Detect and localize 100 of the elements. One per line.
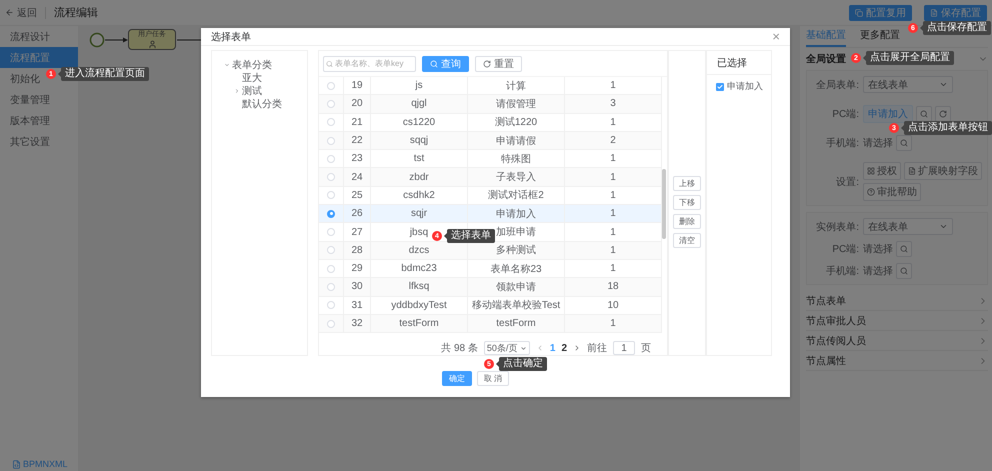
total-count: 共 98 条: [441, 342, 478, 356]
sidebar-item[interactable]: 流程配置: [0, 47, 78, 68]
settings-tab[interactable]: 更多配置: [860, 28, 900, 47]
next-icon[interactable]: [573, 344, 581, 352]
table-cell: tst: [371, 150, 468, 168]
refresh-button[interactable]: [935, 106, 951, 122]
callout-tooltip: 进入流程配置页面: [61, 67, 149, 81]
checkbox[interactable]: [716, 82, 724, 90]
action-button[interactable]: 审批帮助: [863, 183, 921, 201]
search-button[interactable]: [916, 106, 932, 122]
table-cell: 特殊图: [468, 150, 565, 168]
table-cell: 32: [344, 314, 371, 332]
search-icon: [920, 110, 928, 118]
start-event: [89, 32, 105, 48]
table-cell: 23: [344, 150, 371, 168]
form-select[interactable]: 在线表单: [863, 76, 953, 93]
reset-button[interactable]: 重置: [475, 56, 522, 72]
table-cell: cs1220: [371, 114, 468, 131]
caret-icon: [939, 80, 948, 89]
table-cell: 24: [344, 168, 371, 186]
dialog-title: 选择表单: [211, 30, 251, 44]
back-link[interactable]: 返回: [5, 6, 37, 20]
search-button[interactable]: [896, 134, 912, 150]
table-cell: 3: [565, 95, 662, 113]
user-icon: [148, 40, 156, 49]
tree-item[interactable]: 默认分类: [242, 97, 282, 111]
settings-tab[interactable]: 基础配置: [806, 28, 846, 47]
form-select[interactable]: 在线表单: [863, 218, 953, 235]
query-button[interactable]: 查询: [422, 56, 469, 72]
table-cell: 子表导入: [468, 168, 565, 186]
node-section-title[interactable]: 节点表单: [806, 294, 846, 308]
list-action-button[interactable]: 清空: [673, 233, 701, 248]
sidebar-item[interactable]: 其它设置: [0, 131, 78, 152]
table-cell: yddbdxyTest: [371, 296, 468, 314]
table-cell: 申请请假: [468, 132, 565, 150]
table-cell: 移动端表单校验Test: [468, 296, 565, 314]
list-action-button[interactable]: 下移: [673, 195, 701, 210]
search-field[interactable]: 表单名称、表单key: [323, 56, 416, 72]
node-section-title[interactable]: 节点传阅人员: [806, 334, 866, 348]
tree-item[interactable]: 测试: [242, 84, 262, 98]
placeholder-text: 请选择: [863, 136, 893, 150]
tree-item[interactable]: 亚大: [242, 71, 262, 85]
node-section-title[interactable]: 节点审批人员: [806, 314, 866, 328]
caret-icon: [520, 344, 527, 352]
search-button[interactable]: [896, 240, 912, 256]
sidebar-item[interactable]: 变量管理: [0, 89, 78, 110]
search-icon: [900, 244, 908, 252]
table-cell: 27: [344, 223, 371, 241]
bpmn-xml-link[interactable]: BPMNXML: [23, 459, 68, 469]
table-cell: qjgl: [371, 95, 468, 113]
check-icon: [717, 84, 723, 90]
field-label: 设置:: [835, 176, 859, 188]
section-title[interactable]: 全局设置: [806, 52, 846, 66]
caret-icon[interactable]: [234, 88, 240, 94]
refresh-icon: [939, 110, 947, 118]
tree-item[interactable]: 表单分类: [232, 58, 272, 72]
table-cell: js: [371, 77, 468, 94]
page-size-select[interactable]: 50条/页: [484, 341, 530, 356]
list-action-button[interactable]: 删除: [673, 214, 701, 229]
sidebar-item[interactable]: 版本管理: [0, 110, 78, 131]
callout-tooltip: 选择表单: [447, 229, 495, 243]
field-label: 手机端:: [825, 136, 859, 150]
action-button[interactable]: 授权: [863, 162, 901, 180]
search-button[interactable]: [896, 262, 912, 278]
placeholder-text: 请选择: [863, 264, 893, 278]
sidebar-item[interactable]: 流程设计: [0, 26, 78, 47]
table-cell: 测试对话框2: [468, 186, 565, 204]
search-icon: [326, 60, 333, 68]
search-icon: [900, 266, 908, 274]
save-button[interactable]: 保存配置: [924, 4, 987, 20]
table-cell: 1: [565, 314, 662, 332]
list-action-button[interactable]: 上移: [673, 176, 701, 191]
copy-icon: [855, 8, 863, 16]
action-button[interactable]: 扩展映射字段: [904, 162, 982, 180]
document-icon: [908, 167, 916, 175]
page-input[interactable]: 1: [613, 341, 635, 356]
table-cell: sqqj: [371, 132, 468, 150]
table-cell: 1: [565, 77, 662, 94]
scrollbar[interactable]: [662, 169, 666, 239]
selected-item: 申请加入: [727, 80, 763, 93]
table-cell: 22: [344, 132, 371, 150]
page-number[interactable]: 1: [550, 342, 556, 354]
table-cell: 表单名称23: [468, 260, 565, 278]
caret-icon[interactable]: [224, 62, 230, 68]
selected-title: 已选择: [717, 56, 747, 70]
cancel-button[interactable]: 取 消: [476, 371, 510, 386]
table-cell: 28: [344, 242, 371, 259]
radio-button[interactable]: [327, 210, 335, 218]
close-button[interactable]: ×: [772, 29, 780, 44]
table-cell: 2: [565, 132, 662, 150]
page-unit: 页: [641, 342, 651, 356]
document-icon: [930, 8, 938, 16]
reuse-button[interactable]: 配置复用: [849, 4, 912, 20]
callout-tooltip: 点击添加表单按钮: [904, 121, 992, 135]
page-number[interactable]: 2: [561, 342, 567, 354]
node-section-title[interactable]: 节点属性: [806, 354, 846, 368]
table-cell: 19: [344, 77, 371, 94]
table-cell: 计算: [468, 77, 565, 94]
confirm-button[interactable]: 确定: [442, 371, 472, 386]
table-cell: zbdr: [371, 168, 468, 186]
